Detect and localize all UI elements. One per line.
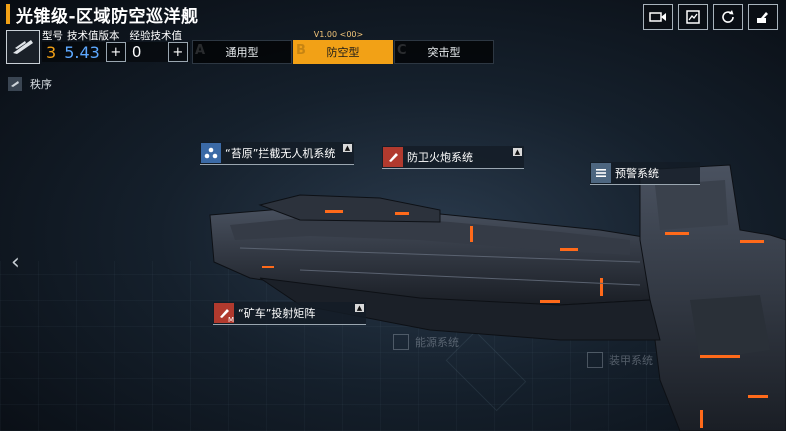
screenshot-icon[interactable] (678, 4, 708, 30)
system-defense-cannon[interactable]: 防卫火炮系统 ▲ (382, 146, 524, 169)
chevron-left-icon[interactable]: ‹ (11, 250, 20, 275)
order-button[interactable]: 秩序 (8, 76, 52, 92)
system-label: 预警系统 (615, 167, 659, 180)
tab-letter: B (296, 43, 306, 58)
tech-version-plus-button[interactable]: + (105, 42, 126, 62)
tab-letter: C (397, 43, 407, 58)
video-camera-icon[interactable] (643, 4, 673, 30)
system-label: 防卫火炮系统 (407, 151, 473, 164)
camera-view-icon[interactable] (748, 4, 778, 30)
model-label: 型号 (42, 30, 63, 42)
exp-tech-label: 经验技术值 (129, 30, 183, 42)
title-bar: 光锥级-区域防空巡洋舰 (0, 0, 199, 28)
tab-general[interactable]: A 通用型 (192, 40, 292, 64)
system-label: 能源系统 (415, 336, 459, 349)
system-energy[interactable]: 能源系统 (393, 334, 459, 350)
system-armor[interactable]: 装甲系统 (587, 352, 653, 368)
tab-label: 突击型 (427, 46, 461, 59)
ship-model[interactable] (0, 0, 786, 431)
energy-icon (393, 334, 409, 350)
tab-label: 防空型 (326, 46, 360, 59)
emblem-icon (13, 40, 33, 54)
stat-labels: 型号 技术值版本 经验技术值 (42, 28, 186, 43)
model-value: 3 (46, 42, 57, 62)
exp-tech-value: 0 (131, 43, 142, 61)
page-title: 光锥级-区域防空巡洋舰 (16, 6, 199, 27)
stat-values: 3 5.43 + 0 + (42, 42, 190, 62)
system-label: 装甲系统 (609, 354, 653, 367)
system-label: “苔原”拦截无人机系统 (225, 147, 336, 160)
tech-version-value: 5.43 (64, 42, 100, 62)
chevron-up-icon: ▲ (355, 304, 364, 312)
list-icon (591, 163, 611, 183)
system-projection-matrix[interactable]: M “矿车”投射矩阵 ▲ (213, 302, 366, 325)
variant-tabs: A 通用型 B 防空型 C 突击型 (192, 40, 495, 64)
tab-label: 通用型 (225, 46, 259, 59)
chevron-up-icon: ▲ (513, 148, 522, 156)
matrix-badge: M (227, 316, 234, 324)
system-drone-interceptor[interactable]: “苔原”拦截无人机系统 ▲ (200, 142, 354, 165)
tab-anti-air[interactable]: B 防空型 (293, 40, 393, 64)
ship-class-emblem (6, 30, 40, 64)
order-icon (8, 77, 22, 91)
system-label: “矿车”投射矩阵 (238, 307, 316, 320)
missile-icon (383, 147, 403, 167)
tab-assault[interactable]: C 突击型 (394, 40, 494, 64)
version-tag: V1.00 <00> (313, 30, 364, 39)
title-accent (6, 4, 10, 24)
missile-icon: M (214, 303, 234, 324)
drone-cluster-icon (201, 143, 221, 163)
exp-tech-plus-button[interactable]: + (167, 42, 188, 62)
system-early-warning[interactable]: 预警系统 (590, 162, 700, 185)
order-label: 秩序 (30, 78, 52, 91)
chevron-up-icon: ▲ (343, 144, 352, 152)
tech-version-label: 技术值版本 (67, 30, 120, 42)
refresh-icon[interactable] (713, 4, 743, 30)
tab-letter: A (195, 43, 206, 58)
armor-icon (587, 352, 603, 368)
top-toolbar (643, 4, 778, 30)
